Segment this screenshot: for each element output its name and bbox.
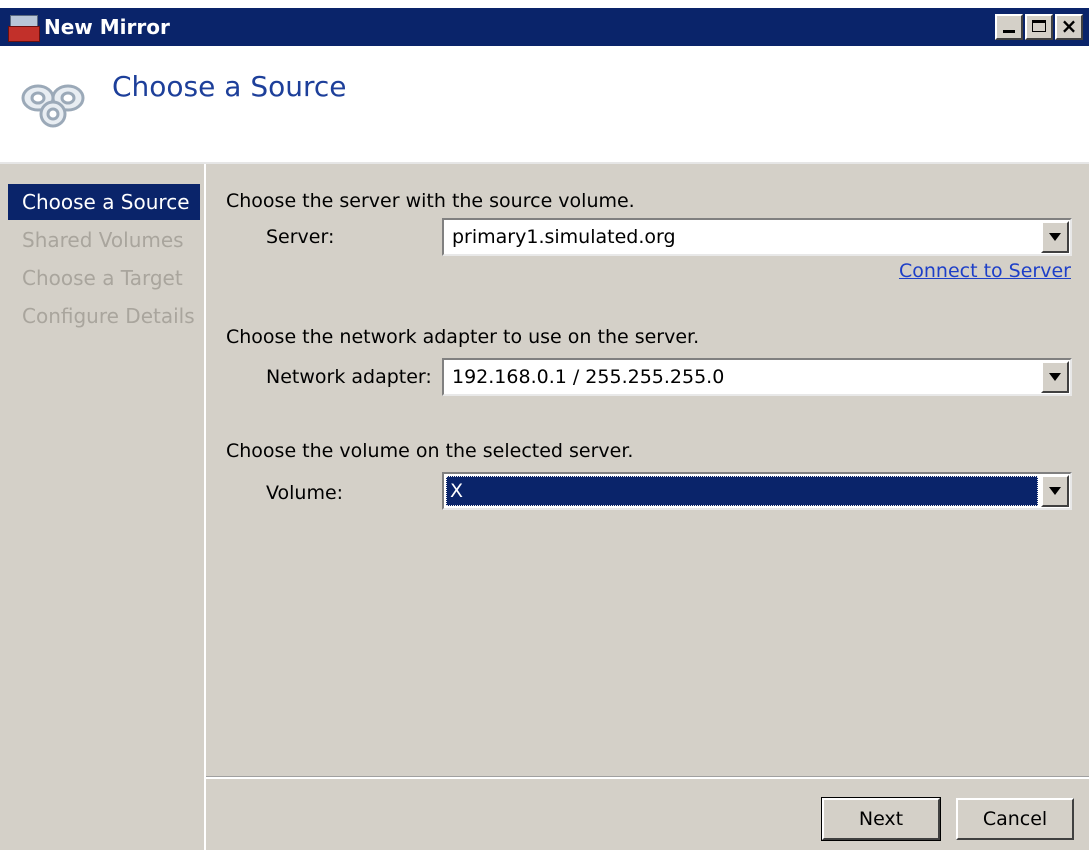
mirror-link-icon [21,84,85,128]
wizard-main-panel: Choose the server with the source volume… [206,164,1089,776]
server-label: Server: [266,226,335,248]
volume-label: Volume: [266,482,344,504]
mirror-app-icon [8,12,40,42]
next-button[interactable]: Next [821,797,941,841]
volume-dropdown-arrow-icon[interactable] [1041,475,1069,507]
nav-item-shared-volumes: Shared Volumes [22,228,184,252]
window-title: New Mirror [44,15,170,39]
volume-prompt: Choose the volume on the selected server… [226,440,634,462]
adapter-prompt: Choose the network adapter to use on the… [226,326,700,348]
server-prompt: Choose the server with the source volume… [226,190,635,212]
wizard-nav: Choose a Source Shared Volumes Choose a … [0,164,206,850]
window-controls: × [995,14,1083,40]
close-button[interactable]: × [1055,14,1083,40]
nav-item-choose-target: Choose a Target [22,266,183,290]
page-title: Choose a Source [112,70,347,103]
footer-divider [206,776,1089,779]
wizard-header: Choose a Source [0,46,1089,164]
server-dropdown-arrow-icon[interactable] [1041,221,1069,253]
server-combobox[interactable]: primary1.simulated.org [442,218,1072,256]
minimize-button[interactable] [995,14,1023,40]
maximize-button[interactable] [1025,14,1053,40]
nav-item-configure-details: Configure Details [22,304,195,328]
cancel-button[interactable]: Cancel [956,798,1074,840]
title-bar: New Mirror × [0,8,1089,46]
volume-value: X [446,476,1038,506]
adapter-label: Network adapter: [266,366,432,388]
adapter-dropdown-arrow-icon[interactable] [1041,361,1069,393]
server-value: primary1.simulated.org [452,226,676,248]
connect-to-server-link[interactable]: Connect to Server [899,260,1071,282]
volume-combobox[interactable]: X [442,472,1072,510]
network-adapter-value: 192.168.0.1 / 255.255.255.0 [452,366,725,388]
network-adapter-combobox[interactable]: 192.168.0.1 / 255.255.255.0 [442,358,1072,396]
nav-item-choose-source[interactable]: Choose a Source [8,184,200,220]
wizard-body: Choose a Source Shared Volumes Choose a … [0,164,1089,850]
